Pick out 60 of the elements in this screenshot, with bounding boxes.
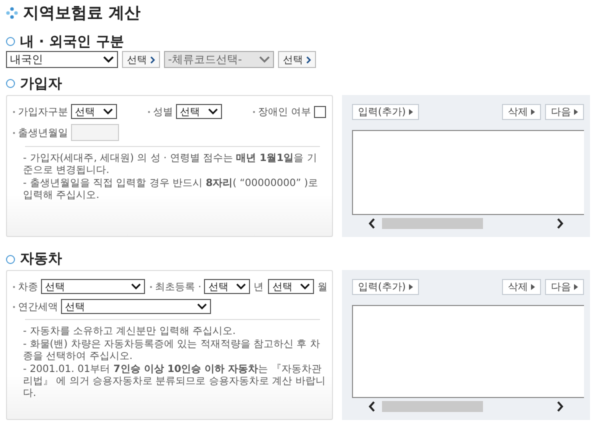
scroll-right-icon[interactable] bbox=[556, 218, 564, 228]
chevron-down-icon bbox=[103, 56, 114, 63]
field-label: 연간세액 bbox=[18, 300, 58, 314]
scroll-right-icon[interactable] bbox=[556, 400, 564, 412]
section-heading: 내 · 외국인 구분 bbox=[20, 32, 124, 50]
chevron-down-icon bbox=[197, 303, 207, 310]
dropdown[interactable]: 선택 bbox=[41, 279, 145, 294]
scrollbar-thumb[interactable] bbox=[382, 218, 483, 228]
triangle-right-icon bbox=[574, 109, 578, 115]
triangle-right-icon bbox=[408, 284, 413, 290]
circle-bullet-icon bbox=[6, 254, 15, 264]
circle-bullet-icon bbox=[6, 37, 15, 46]
dropdown[interactable]: 선택 bbox=[71, 104, 117, 119]
circle-bullet-icon bbox=[6, 79, 15, 88]
chevron-down-icon bbox=[236, 283, 246, 290]
delete-button[interactable]: 삭제 bbox=[502, 104, 541, 120]
field-label: 장애인 여부 bbox=[258, 106, 311, 118]
input-field[interactable] bbox=[71, 124, 119, 141]
note-text: - 2001.01. 01부터 7인승 이상 10인승 이하 자동차는 『자동차관리법』 에 의거 승용자동차로 분류되므로 승용자동차로 계산 바랍니다. bbox=[23, 364, 326, 400]
select-button[interactable]: 선택 bbox=[122, 51, 160, 68]
unit-label: 년 bbox=[253, 280, 264, 294]
dropdown[interactable]: 내국인 bbox=[6, 51, 118, 68]
add-button[interactable]: 입력(추가) bbox=[352, 104, 419, 120]
field-label: 성별 bbox=[152, 106, 173, 118]
note-text: - 가입자(세대주, 세대원) 의 성 · 연령별 점수는 매년 1월1일을 기준으로 변경됩니다. bbox=[23, 153, 318, 177]
triangle-right-icon bbox=[531, 284, 535, 290]
chevron-down-icon bbox=[103, 108, 113, 115]
add-button[interactable]: 입력(추가) bbox=[352, 279, 419, 295]
next-button[interactable]: 다음 bbox=[545, 279, 584, 295]
dropdown[interactable]: 선택 bbox=[61, 299, 211, 314]
diamond-dots-icon bbox=[6, 7, 18, 19]
dropdown[interactable]: 선택 bbox=[268, 279, 314, 294]
field-label: 출생년월일 bbox=[18, 126, 68, 140]
dropdown[interactable]: 선택 bbox=[176, 104, 222, 119]
field-label: 차종 bbox=[18, 280, 38, 294]
chevron-down-icon bbox=[208, 108, 218, 115]
note-text: - 출생년월일을 직접 입력할 경우 반드시 8자리( “00000000” )로 입력해 주십시오. bbox=[23, 178, 320, 202]
field-label: 가입자구분 bbox=[18, 106, 68, 118]
note-text: - 자동차를 소유하고 계신분만 입력해 주십시오. bbox=[23, 326, 237, 338]
dropdown[interactable]: 선택 bbox=[204, 279, 250, 294]
triangle-right-icon bbox=[574, 284, 578, 290]
chevron-down-icon bbox=[131, 283, 141, 290]
triangle-right-icon bbox=[408, 109, 413, 115]
chevron-down-icon bbox=[259, 56, 270, 63]
section-heading: 가입자 bbox=[20, 74, 62, 92]
scrollbar-thumb[interactable] bbox=[382, 400, 483, 412]
next-button[interactable]: 다음 bbox=[545, 104, 584, 120]
triangle-right-icon bbox=[531, 109, 535, 115]
page-title: 지역보험료 계산 bbox=[23, 2, 141, 24]
delete-button[interactable]: 삭제 bbox=[502, 279, 541, 295]
scroll-left-icon[interactable] bbox=[368, 400, 376, 412]
field-label: 최초등록 · bbox=[155, 280, 202, 294]
scroll-left-icon[interactable] bbox=[368, 218, 376, 228]
unit-label: 월 bbox=[317, 280, 328, 294]
chevron-right-icon bbox=[306, 56, 311, 64]
chevron-down-icon bbox=[300, 283, 310, 290]
section-heading: 자동차 bbox=[20, 250, 62, 268]
chevron-right-icon bbox=[150, 56, 155, 64]
checkbox[interactable] bbox=[314, 106, 326, 118]
note-text: - 화물(밴) 차량은 자동차등록증에 있는 적재적량을 참고하신 후 차종을 선택하여 주십시오. bbox=[23, 339, 321, 363]
